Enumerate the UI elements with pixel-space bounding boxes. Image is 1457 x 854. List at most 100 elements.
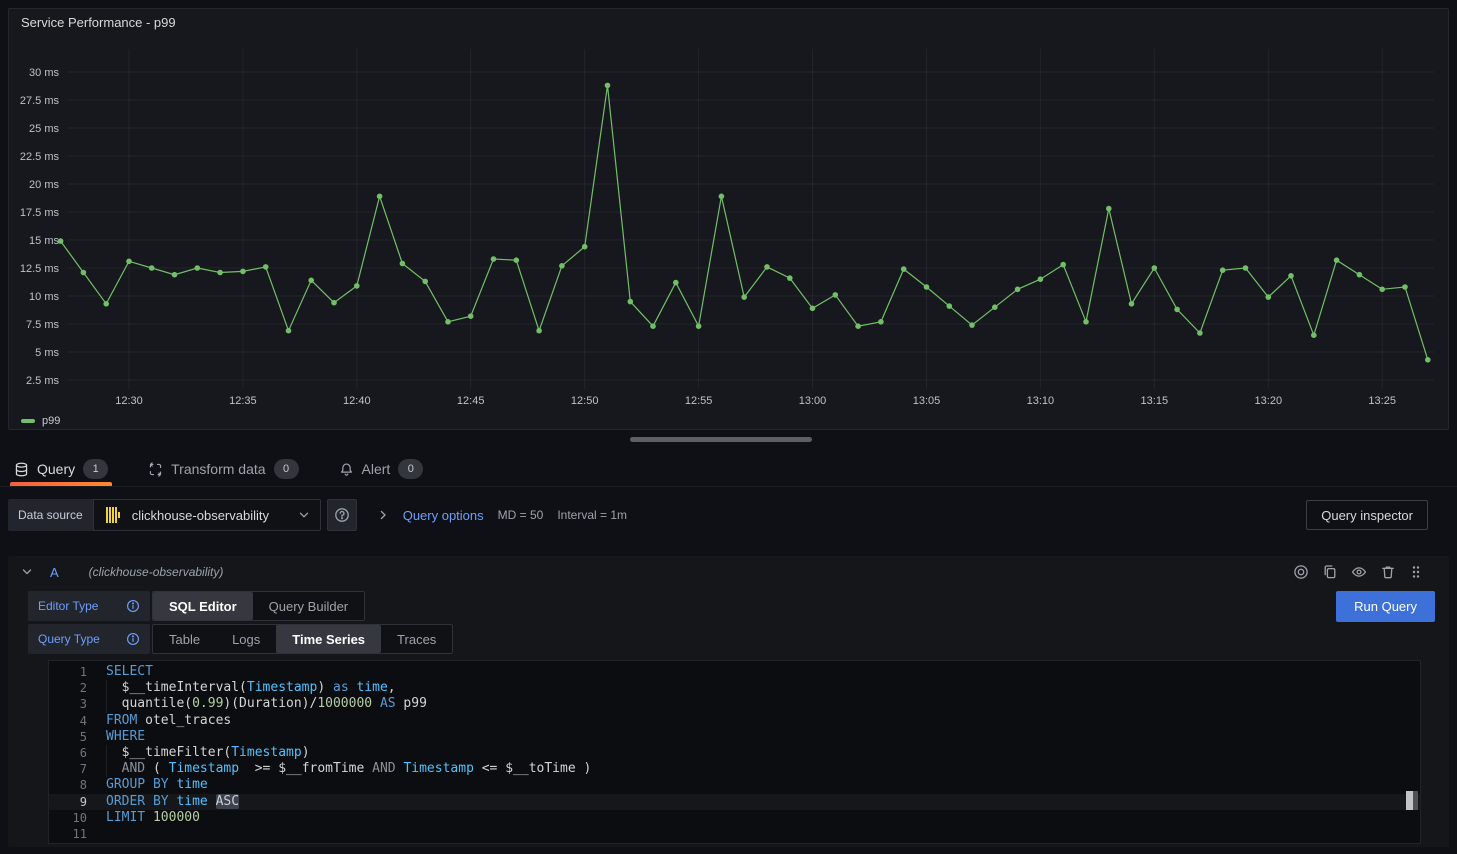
- grip-dots-icon: [1409, 564, 1423, 580]
- datasource-value: clickhouse-observability: [132, 508, 290, 523]
- duplicate-query-button[interactable]: [1322, 564, 1338, 580]
- query-type-row: Query Type Table Logs Time Series Traces: [28, 624, 1435, 654]
- editor-type-toggle: SQL Editor Query Builder: [152, 591, 365, 621]
- svg-text:13:20: 13:20: [1255, 395, 1283, 407]
- disable-query-button[interactable]: [1293, 564, 1309, 580]
- line-number: 11: [49, 826, 87, 842]
- info-circle-icon[interactable]: [126, 599, 140, 613]
- code-text: LIMIT 100000: [106, 810, 200, 826]
- tab-alert-badge: 0: [398, 459, 423, 479]
- disable-query-icon: [1293, 564, 1309, 580]
- query-datasource-hint: (clickhouse-observability): [89, 565, 1293, 579]
- code-line[interactable]: 5WHERE: [49, 729, 1420, 745]
- datasource-row: Data source clickhouse-observability Que…: [8, 499, 1449, 531]
- svg-text:13:15: 13:15: [1141, 395, 1169, 407]
- line-number: 2: [49, 680, 87, 696]
- query-type-toggle: Table Logs Time Series Traces: [152, 624, 453, 654]
- code-line[interactable]: 7 AND ( Timestamp >= $__fromTime AND Tim…: [49, 761, 1420, 777]
- line-number: 8: [49, 777, 87, 793]
- svg-text:17.5 ms: 17.5 ms: [20, 207, 60, 219]
- query-row-header[interactable]: A (clickhouse-observability): [8, 556, 1449, 588]
- query-type-option-logs[interactable]: Logs: [216, 625, 276, 653]
- datasource-label: Data source: [8, 499, 93, 531]
- line-number: 10: [49, 810, 87, 826]
- datasource-picker[interactable]: clickhouse-observability: [93, 499, 321, 531]
- svg-text:30 ms: 30 ms: [29, 67, 59, 79]
- code-text: AND ( Timestamp >= $__fromTime AND Times…: [106, 761, 591, 777]
- legend-swatch: [21, 419, 35, 423]
- tab-transform-badge: 0: [274, 459, 299, 479]
- run-query-button[interactable]: Run Query: [1336, 591, 1435, 622]
- code-line[interactable]: 11: [49, 826, 1420, 842]
- drag-handle[interactable]: [1409, 564, 1423, 580]
- editor-type-row: Editor Type SQL Editor Query Builder Run…: [28, 591, 1435, 621]
- question-circle-icon: [334, 507, 350, 523]
- query-editor-body: Editor Type SQL Editor Query Builder Run…: [8, 588, 1449, 844]
- query-editor-card: A (clickhouse-observability): [8, 556, 1449, 847]
- svg-text:22.5 ms: 22.5 ms: [20, 151, 60, 163]
- code-line[interactable]: 9ORDER BY time ASC: [49, 794, 1420, 810]
- editor-type-option-query-builder[interactable]: Query Builder: [253, 592, 364, 620]
- svg-text:12.5 ms: 12.5 ms: [20, 263, 60, 275]
- svg-text:25 ms: 25 ms: [29, 123, 59, 135]
- code-text: quantile(0.99)(Duration)/1000000 AS p99: [106, 696, 427, 712]
- svg-text:10 ms: 10 ms: [29, 291, 59, 303]
- chart-legend[interactable]: p99: [21, 415, 60, 427]
- svg-text:7.5 ms: 7.5 ms: [26, 319, 60, 331]
- copy-icon: [1322, 564, 1338, 580]
- line-number: 4: [49, 713, 87, 729]
- code-text: ORDER BY time ASC: [106, 794, 239, 810]
- code-text: FROM otel_traces: [106, 713, 231, 729]
- line-number: 1: [49, 664, 87, 680]
- collapse-chevron-icon[interactable]: [20, 565, 34, 579]
- remove-query-button[interactable]: [1380, 564, 1396, 580]
- database-icon: [14, 462, 29, 477]
- legend-label: p99: [42, 415, 60, 427]
- query-type-option-table[interactable]: Table: [153, 625, 216, 653]
- svg-text:20 ms: 20 ms: [29, 179, 59, 191]
- svg-text:13:05: 13:05: [913, 395, 941, 407]
- svg-text:12:55: 12:55: [685, 395, 713, 407]
- horizontal-scrollbar-thumb[interactable]: [630, 437, 812, 442]
- chevron-down-icon: [298, 509, 310, 521]
- query-type-option-traces[interactable]: Traces: [381, 625, 452, 653]
- code-line[interactable]: 4 FROM otel_traces: [49, 713, 1420, 729]
- svg-text:12:35: 12:35: [229, 395, 257, 407]
- timeseries-panel: 30 ms27.5 ms25 ms22.5 ms20 ms17.5 ms15 m…: [8, 8, 1449, 430]
- tab-query[interactable]: Query 1: [12, 452, 110, 486]
- editor-type-option-sql-editor[interactable]: SQL Editor: [153, 592, 253, 620]
- bell-icon: [339, 462, 354, 477]
- hide-response-button[interactable]: [1351, 564, 1367, 580]
- code-line[interactable]: 3 quantile(0.99)(Duration)/1000000 AS p9…: [49, 696, 1420, 712]
- code-line[interactable]: 6 $__timeFilter(Timestamp): [49, 745, 1420, 761]
- tab-transform-data[interactable]: Transform data 0: [146, 452, 300, 486]
- query-type-option-time-series[interactable]: Time Series: [276, 625, 381, 653]
- query-options-bar: Query options MD = 50 Interval = 1m: [377, 508, 1307, 523]
- line-number: 6: [49, 745, 87, 761]
- svg-text:12:40: 12:40: [343, 395, 371, 407]
- timeseries-chart[interactable]: 30 ms27.5 ms25 ms22.5 ms20 ms17.5 ms15 m…: [9, 9, 1450, 431]
- line-number: 7: [49, 761, 87, 777]
- query-ref-id: A: [50, 565, 59, 580]
- query-inspector-button[interactable]: Query inspector: [1306, 500, 1428, 530]
- query-options-link[interactable]: Query options: [403, 508, 484, 523]
- chevron-right-icon[interactable]: [377, 509, 389, 521]
- clickhouse-logo-icon: [104, 505, 124, 525]
- code-line[interactable]: 2 $__timeInterval(Timestamp) as time,: [49, 680, 1420, 696]
- code-line[interactable]: 1SELECT: [49, 664, 1420, 680]
- datasource-help-button[interactable]: [327, 499, 357, 531]
- sql-code-editor[interactable]: 1SELECT2 $__timeInterval(Timestamp) as t…: [48, 660, 1421, 844]
- transform-icon: [148, 462, 163, 477]
- code-text: $__timeFilter(Timestamp): [106, 745, 310, 761]
- line-number: 5: [49, 729, 87, 745]
- svg-text:15 ms: 15 ms: [29, 235, 59, 247]
- code-line[interactable]: 10 LIMIT 100000: [49, 810, 1420, 826]
- info-circle-icon[interactable]: [126, 632, 140, 646]
- svg-text:13:25: 13:25: [1368, 395, 1396, 407]
- editor-type-label: Editor Type: [28, 591, 150, 621]
- tab-alert[interactable]: Alert 0: [337, 452, 426, 486]
- tab-label: Query: [37, 461, 75, 477]
- code-line[interactable]: 8GROUP BY time: [49, 777, 1420, 793]
- editor-scrollbar-cursor-mark[interactable]: [1406, 791, 1418, 810]
- tab-label: Alert: [362, 461, 391, 477]
